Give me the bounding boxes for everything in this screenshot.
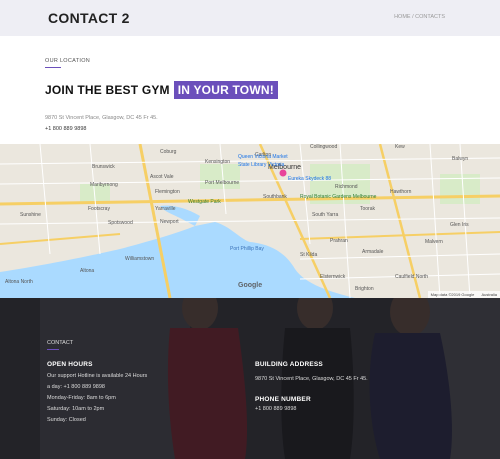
map-place-label: Brunswick [92,164,115,170]
map-place-label: Southbank [263,194,287,200]
map-place-label: Balwyn [452,156,469,162]
main-headline: JOIN THE BEST GYM IN YOUR TOWN! [45,81,278,99]
map-place-label: St Kilda [300,252,318,258]
map-region[interactable]: Australia [481,292,497,297]
map-place-label: Kew [395,144,405,150]
headline-highlight: IN YOUR TOWN! [173,81,278,99]
map-place-label: Malvern [425,239,443,245]
intro-address: 9870 St Vincent Place, Glasgow, DC 45 Fr… [45,115,158,121]
map-place-label: Glen Iris [450,222,469,228]
contact-footer: CONTACT OPEN HOURS Our support Hotline i… [0,298,500,459]
breadcrumb: HOME / CONTACTS [394,14,445,20]
hours-line: Sunday: Closed [47,417,86,423]
map-place-label: Ascot Vale [150,174,174,180]
map-place-label: Armadale [362,249,384,255]
map-place-label: Brighton [355,286,374,292]
section-label: OUR LOCATION [45,58,91,64]
page-header: CONTACT 2 HOME / CONTACTS [0,0,500,36]
map-place-label: Coburg [160,149,177,155]
map-place-label: Collingwood [310,144,338,150]
breadcrumb-home-link[interactable]: HOME [394,14,411,20]
map-poi-label[interactable]: Queen Victoria Market [238,154,288,160]
map-water-label: Port Phillip Bay [230,246,264,252]
phone-number-text[interactable]: +1 800 889 9898 [255,406,296,412]
map-poi-label[interactable]: Westgate Park [188,199,221,205]
map-place-label: Richmond [335,184,358,190]
map-place-label: Caulfield North [395,274,429,280]
building-address-text: 9870 St Vincent Place, Glasgow, DC 45 Fr… [255,376,368,382]
map-place-label: Altona [80,268,95,274]
map-place-label: Yarraville [155,206,176,212]
footer-section-label: CONTACT [47,340,74,346]
map-place-label: Williamstown [125,256,155,262]
intro-phone[interactable]: +1 800 889 9898 [45,126,86,132]
map-data-credit: Map data ©2019 Google [430,292,475,297]
hours-line: Our support Hotline is available 24 Hour… [47,373,148,379]
map-place-label: Footscray [88,206,110,212]
headline-plain: JOIN THE BEST GYM [45,83,170,97]
building-address-title: BUILDING ADDRESS [255,361,323,368]
map-place-label: South Yarra [312,212,339,218]
hours-line: a day: +1 800 889 9898 [47,384,105,390]
map-place-label: Hawthorn [390,189,412,195]
hours-line: Monday-Friday: 8am to 6pm [47,395,116,401]
map-place-label: Kensington [205,159,231,165]
phone-number-title: PHONE NUMBER [255,396,311,403]
section-label-underline [45,67,61,68]
map-place-label: Toorak [360,206,376,212]
map-labels: Melbourne Brunswick Coburg Collingwood K… [0,144,500,298]
map-poi-label[interactable]: State Library Victoria [238,162,284,168]
hours-line: Saturday: 10am to 2pm [47,406,105,412]
map-place-label: Spotswood [108,220,133,226]
google-logo[interactable]: Google [238,282,262,289]
page-title: CONTACT 2 [48,10,130,26]
footer-label-underline [47,349,59,350]
map-place-label: Flemington [155,189,180,195]
open-hours-title: OPEN HOURS [47,361,93,368]
breadcrumb-current: CONTACTS [415,14,445,20]
map-place-label: Maribyrnong [90,182,118,188]
map-place-label: Altona North [5,279,33,285]
map-place-label: Port Melbourne [205,180,240,186]
map-poi-label[interactable]: Eureka Skydeck 88 [288,176,331,182]
map-footer-bar: Map data ©2019 Google Australia [427,291,500,298]
map-place-label: Newport [160,219,179,225]
map-poi-label[interactable]: Royal Botanic Gardens Melbourne [300,194,376,200]
map-place-label: Prahran [330,238,348,244]
map-place-label: Sunshine [20,212,41,218]
map-place-label: Elsternwick [320,274,346,280]
google-map[interactable]: Melbourne Brunswick Coburg Collingwood K… [0,144,500,298]
